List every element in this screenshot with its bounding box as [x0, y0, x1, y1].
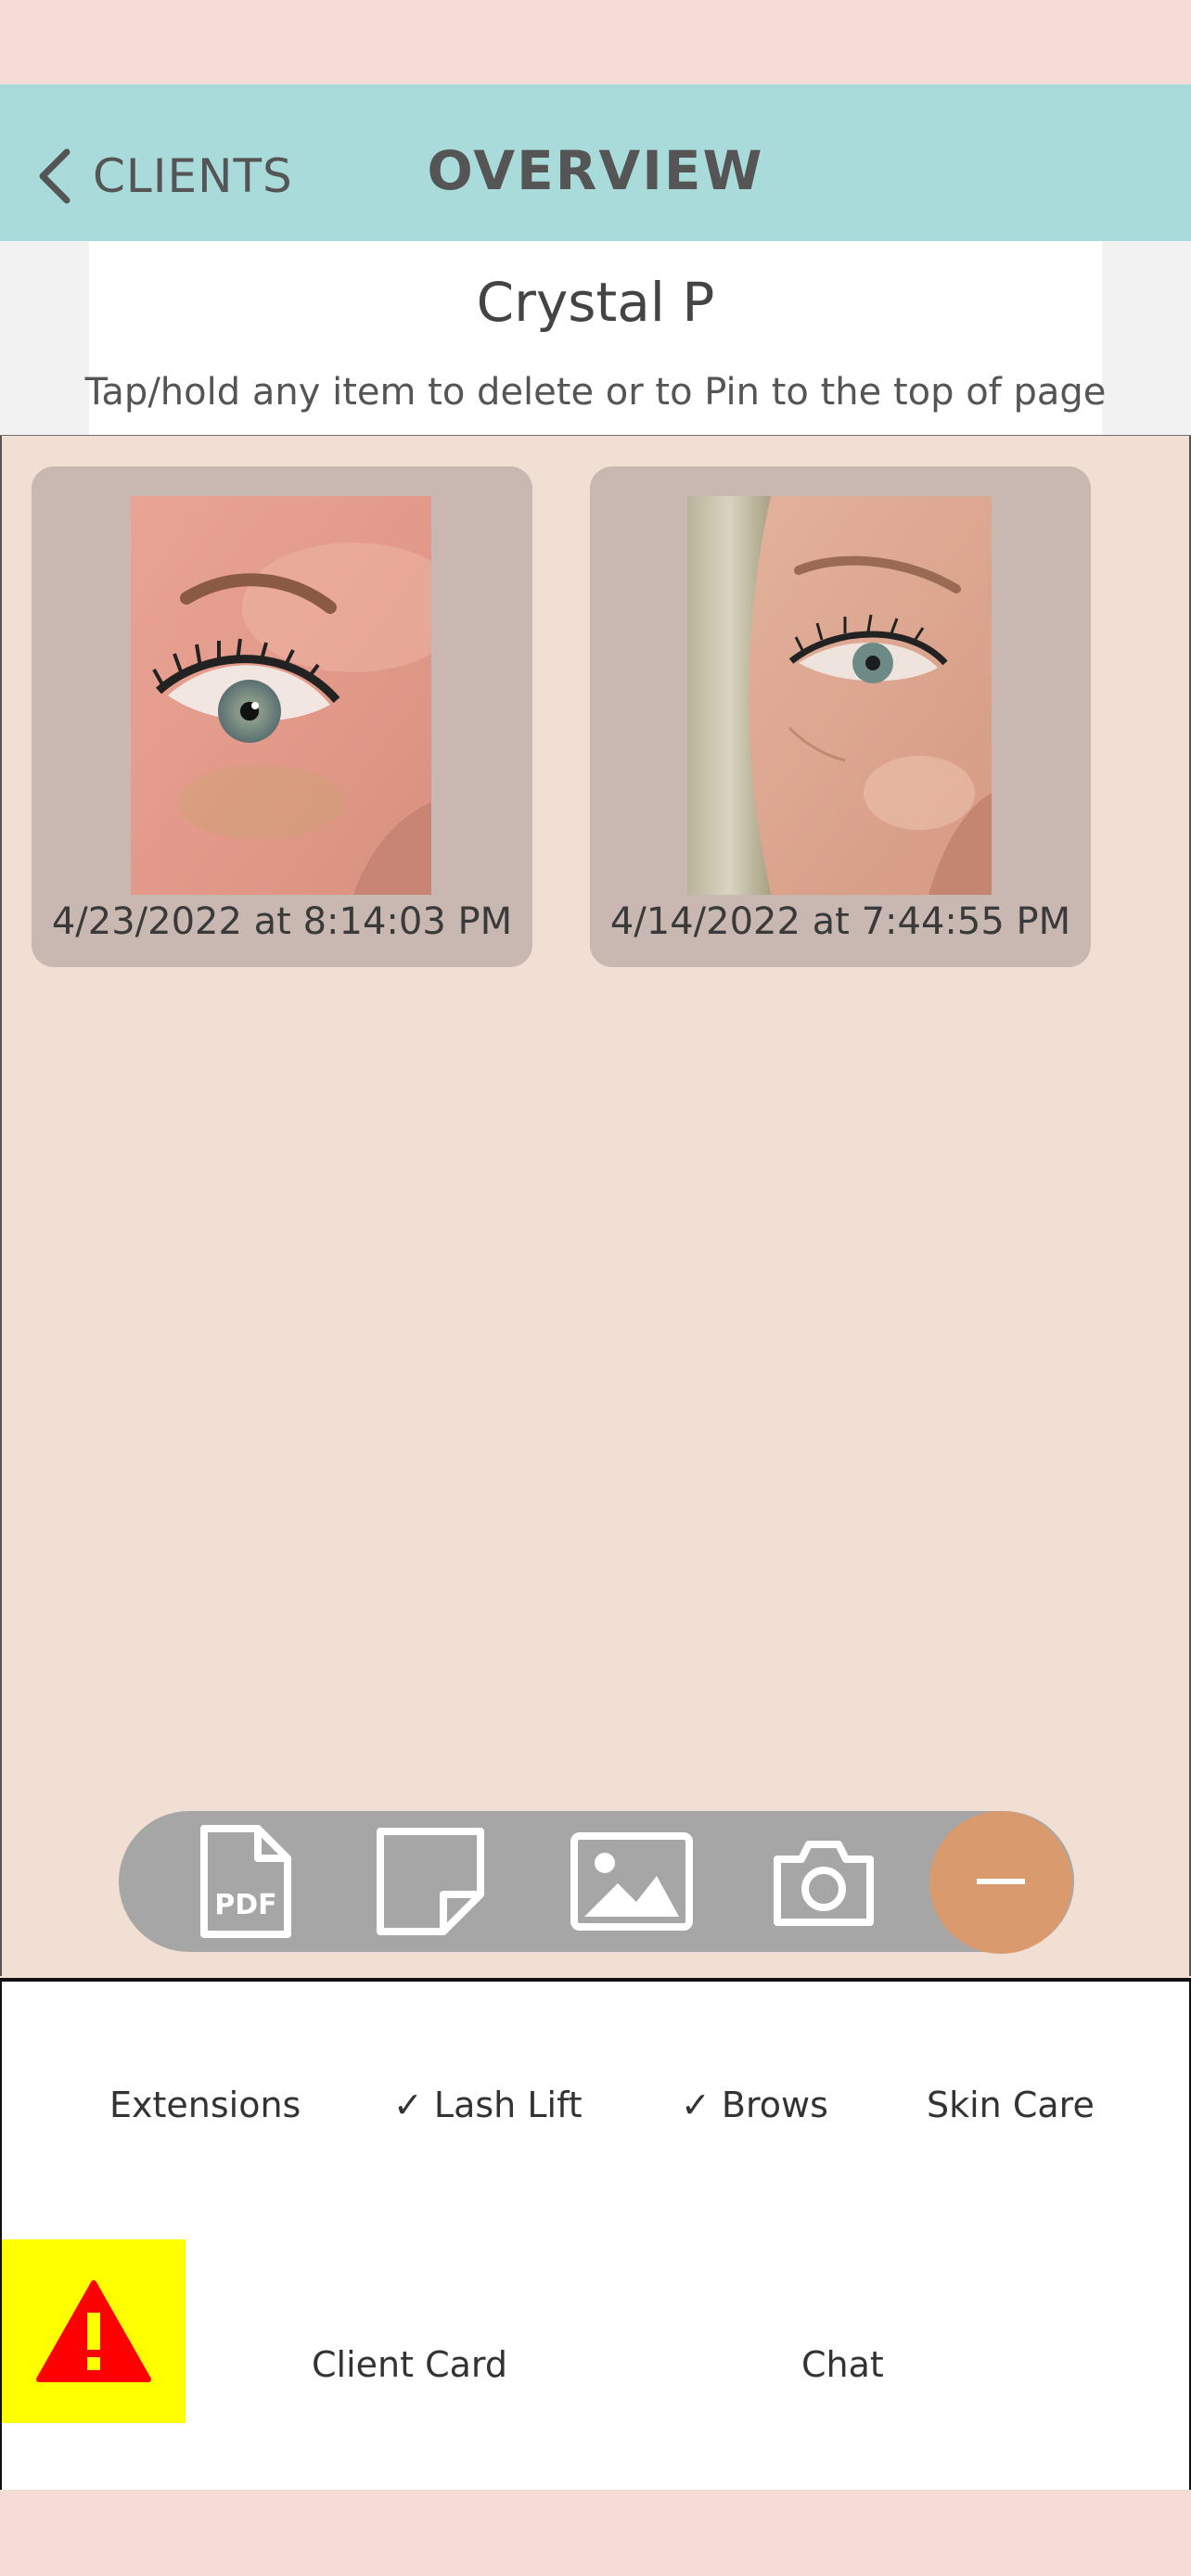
photo-card[interactable]: 4/23/2022 at 8:14:03 PM	[32, 466, 532, 967]
service-tag-extensions[interactable]: Extensions	[109, 2085, 301, 2125]
note-icon	[377, 1828, 484, 1935]
pdf-icon: PDF	[200, 1825, 291, 1938]
add-image-button[interactable]	[568, 1823, 696, 1940]
camera-icon	[774, 1841, 874, 1926]
take-photo-button[interactable]	[770, 1823, 877, 1940]
warning-icon	[36, 2280, 151, 2382]
client-name: Crystal P	[476, 271, 715, 334]
image-icon	[570, 1832, 693, 1931]
photo-timestamp: 4/14/2022 at 7:44:55 PM	[609, 900, 1071, 943]
pdf-icon-text: PDF	[214, 1889, 276, 1921]
service-tag-skin-care[interactable]: Skin Care	[927, 2085, 1095, 2125]
client-card-link[interactable]: Client Card	[312, 2344, 507, 2385]
face-photo	[687, 496, 992, 895]
collapse-menu-button[interactable]	[929, 1811, 1072, 1954]
minus-icon	[977, 1879, 1025, 1884]
service-tag-brows[interactable]: ✓ Brows	[681, 2085, 828, 2125]
chat-link[interactable]: Chat	[801, 2344, 884, 2385]
eye-photo	[131, 496, 431, 895]
alert-button[interactable]	[2, 2239, 186, 2423]
instruction-text: Tap/hold any item to delete or to Pin to…	[84, 371, 1107, 414]
page-title: OVERVIEW	[427, 139, 764, 202]
photo-card[interactable]: 4/14/2022 at 7:44:55 PM	[590, 466, 1091, 967]
service-tag-lash-lift[interactable]: ✓ Lash Lift	[393, 2085, 583, 2125]
add-pdf-button[interactable]: PDF	[195, 1823, 297, 1940]
add-note-button[interactable]	[375, 1823, 486, 1940]
photo-timestamp: 4/23/2022 at 8:14:03 PM	[51, 900, 513, 943]
